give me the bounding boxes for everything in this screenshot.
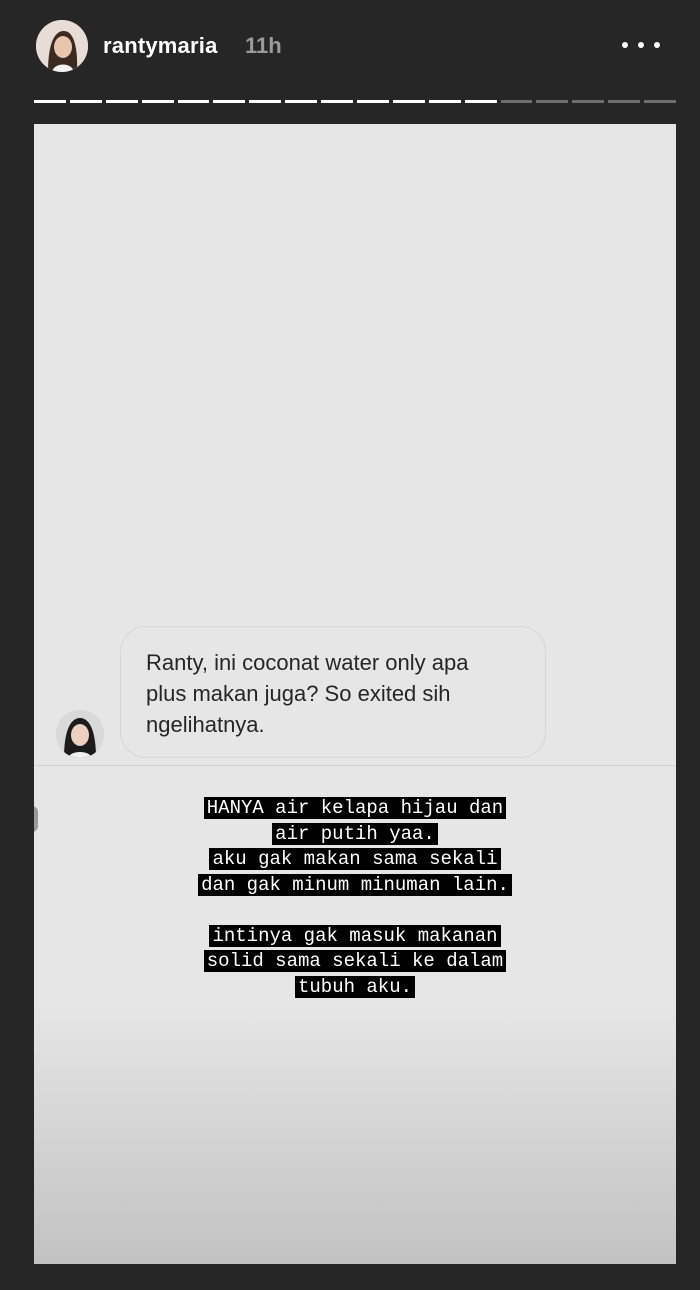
progress-segment xyxy=(500,100,533,103)
reply-line: aku gak makan sama sekali xyxy=(34,847,676,873)
progress-segment xyxy=(357,100,389,103)
more-horizontal-icon[interactable] xyxy=(620,28,662,62)
reply-line: solid sama sekali ke dalam xyxy=(34,949,676,975)
progress-segment xyxy=(644,100,677,103)
progress-segment xyxy=(285,100,318,103)
progress-segment xyxy=(321,100,354,103)
question-line: ngelihatnya. xyxy=(146,712,265,737)
question-line: Ranty, ini coconat water only apa xyxy=(146,650,469,675)
reply-text: HANYA air kelapa hijau dan air putih yaa… xyxy=(34,796,676,1000)
post-time: 11h xyxy=(245,33,282,58)
progress-segment xyxy=(392,100,425,103)
reply-line: tubuh aku. xyxy=(34,975,676,1001)
progress-segment xyxy=(536,100,569,103)
profile-avatar[interactable] xyxy=(36,20,88,72)
progress-segment xyxy=(69,100,102,103)
progress-segment xyxy=(608,100,641,103)
username[interactable]: rantymaria xyxy=(103,33,218,59)
reply-line: intinya gak masuk makanan xyxy=(34,924,676,950)
reply-line: HANYA air kelapa hijau dan xyxy=(34,796,676,822)
question-bubble: Ranty, ini coconat water only apa plus m… xyxy=(120,626,546,758)
progress-segment xyxy=(213,100,246,103)
reply-line: air putih yaa. xyxy=(34,822,676,848)
progress-segment xyxy=(105,100,138,103)
question-sticker: Ranty, ini coconat water only apa plus m… xyxy=(34,624,676,766)
progress-segment xyxy=(177,100,210,103)
story-progress-bar xyxy=(34,100,677,103)
progress-segment xyxy=(428,100,461,103)
progress-segment xyxy=(141,100,174,103)
question-avatar xyxy=(56,710,104,758)
reply-line: dan gak minum minuman lain. xyxy=(34,873,676,899)
progress-segment xyxy=(34,100,66,103)
progress-segment xyxy=(464,100,497,103)
progress-segment xyxy=(249,100,282,103)
reply-spacer xyxy=(34,898,676,924)
progress-segment xyxy=(572,100,605,103)
story-header: rantymaria 11h xyxy=(0,0,700,95)
question-line: plus makan juga? So exited sih xyxy=(146,681,451,706)
story-content[interactable]: Ranty, ini coconat water only apa plus m… xyxy=(34,124,676,1264)
